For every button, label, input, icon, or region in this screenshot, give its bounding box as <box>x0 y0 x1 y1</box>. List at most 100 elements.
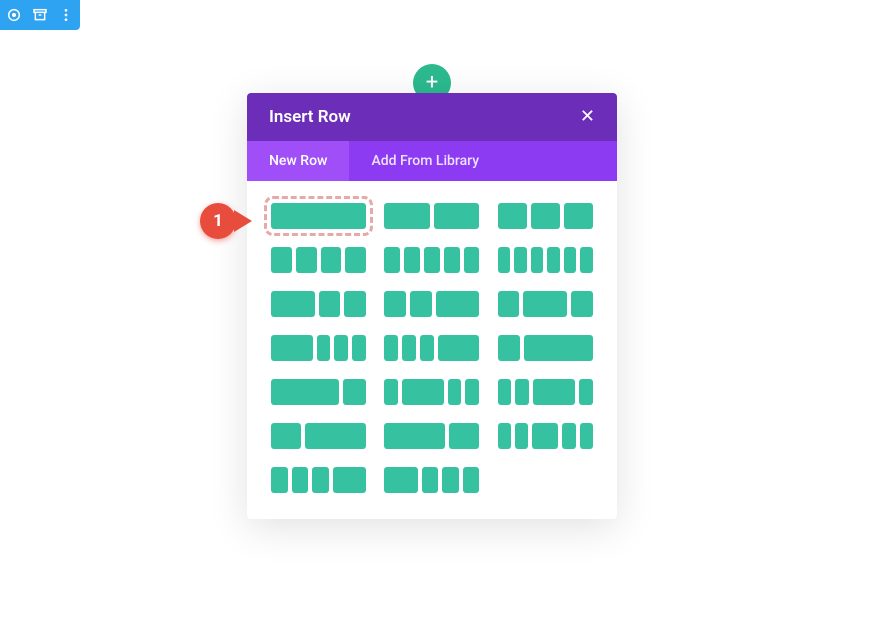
layout-option-9[interactable] <box>271 335 366 361</box>
layout-col <box>384 379 398 405</box>
layout-option-14[interactable] <box>498 379 593 405</box>
layout-col <box>449 423 479 449</box>
layout-col <box>312 467 329 493</box>
layout-col <box>532 423 558 449</box>
layout-option-7[interactable] <box>384 291 479 317</box>
layout-option-15[interactable] <box>271 423 366 449</box>
target-icon[interactable] <box>6 7 22 23</box>
layout-col <box>402 379 444 405</box>
layout-option-3[interactable] <box>271 247 366 273</box>
layout-col <box>271 467 288 493</box>
layout-col <box>579 379 593 405</box>
layout-col <box>531 247 544 273</box>
callout-pointer-icon <box>234 210 252 232</box>
layout-col <box>271 203 366 229</box>
layout-col <box>296 247 317 273</box>
layout-col <box>384 467 417 493</box>
layout-col <box>420 335 434 361</box>
callout-marker: 1 <box>200 203 252 239</box>
layout-option-8[interactable] <box>498 291 593 317</box>
layout-col <box>531 203 560 229</box>
layout-col <box>271 423 301 449</box>
layout-col <box>498 423 511 449</box>
modal-header: Insert Row ✕ <box>247 93 617 141</box>
layout-col <box>524 335 592 361</box>
section-toolbar <box>0 0 80 30</box>
layout-col <box>564 247 577 273</box>
layout-col <box>463 467 480 493</box>
layout-col <box>384 335 398 361</box>
layout-col <box>410 291 432 317</box>
layout-col <box>271 291 315 317</box>
layout-option-6[interactable] <box>271 291 366 317</box>
layout-col <box>305 423 366 449</box>
layout-option-5[interactable] <box>498 247 593 273</box>
layout-col <box>498 291 520 317</box>
close-icon[interactable]: ✕ <box>580 108 595 126</box>
layout-option-16[interactable] <box>384 423 479 449</box>
layout-col <box>352 335 366 361</box>
layout-col <box>402 335 416 361</box>
callout-badge: 1 <box>200 203 236 239</box>
layout-option-12[interactable] <box>271 379 366 405</box>
layout-col <box>404 247 420 273</box>
layout-col <box>514 247 527 273</box>
layout-col <box>321 247 342 273</box>
layout-option-18[interactable] <box>271 467 366 493</box>
layout-col <box>271 247 292 273</box>
layout-col <box>464 247 480 273</box>
layout-option-1[interactable] <box>384 203 479 229</box>
layout-col <box>434 203 480 229</box>
layout-col <box>580 247 593 273</box>
layout-col <box>384 247 400 273</box>
layout-col <box>498 379 512 405</box>
layout-col <box>334 335 348 361</box>
layout-col <box>498 203 527 229</box>
layout-col <box>345 247 366 273</box>
layout-option-10[interactable] <box>384 335 479 361</box>
layout-col <box>317 335 331 361</box>
layout-col <box>384 423 445 449</box>
layout-col <box>344 291 366 317</box>
layout-option-4[interactable] <box>384 247 479 273</box>
layout-col <box>498 335 521 361</box>
layout-col <box>319 291 341 317</box>
layout-col <box>271 379 339 405</box>
layout-col <box>515 379 529 405</box>
layout-option-2[interactable] <box>498 203 593 229</box>
layout-col <box>448 379 462 405</box>
modal-tabs: New Row Add From Library <box>247 141 617 181</box>
more-vertical-icon[interactable] <box>58 7 74 23</box>
layout-option-11[interactable] <box>498 335 593 361</box>
layout-col <box>422 467 439 493</box>
layout-col <box>547 247 560 273</box>
layout-col <box>571 291 593 317</box>
layout-col <box>533 379 575 405</box>
plus-icon: + <box>426 72 438 94</box>
layout-col <box>515 423 528 449</box>
layout-col <box>442 467 459 493</box>
tab-new-row[interactable]: New Row <box>247 141 349 181</box>
layout-col <box>343 379 366 405</box>
layout-option-0[interactable] <box>271 203 366 229</box>
layout-col <box>333 467 366 493</box>
layout-col <box>384 203 430 229</box>
layout-col <box>444 247 460 273</box>
layout-option-17[interactable] <box>498 423 593 449</box>
modal-title: Insert Row <box>269 107 351 127</box>
layout-col <box>384 291 406 317</box>
layout-col <box>465 379 479 405</box>
layout-col <box>580 423 593 449</box>
layout-col <box>562 423 575 449</box>
layout-grid <box>247 181 617 519</box>
layout-option-13[interactable] <box>384 379 479 405</box>
layout-col <box>498 247 511 273</box>
layout-col <box>292 467 309 493</box>
tab-add-from-library[interactable]: Add From Library <box>349 141 501 181</box>
layout-col <box>438 335 480 361</box>
layout-option-19[interactable] <box>384 467 479 493</box>
layout-col <box>523 291 567 317</box>
layout-col <box>564 203 593 229</box>
archive-icon[interactable] <box>32 7 48 23</box>
callout-number: 1 <box>213 211 223 231</box>
